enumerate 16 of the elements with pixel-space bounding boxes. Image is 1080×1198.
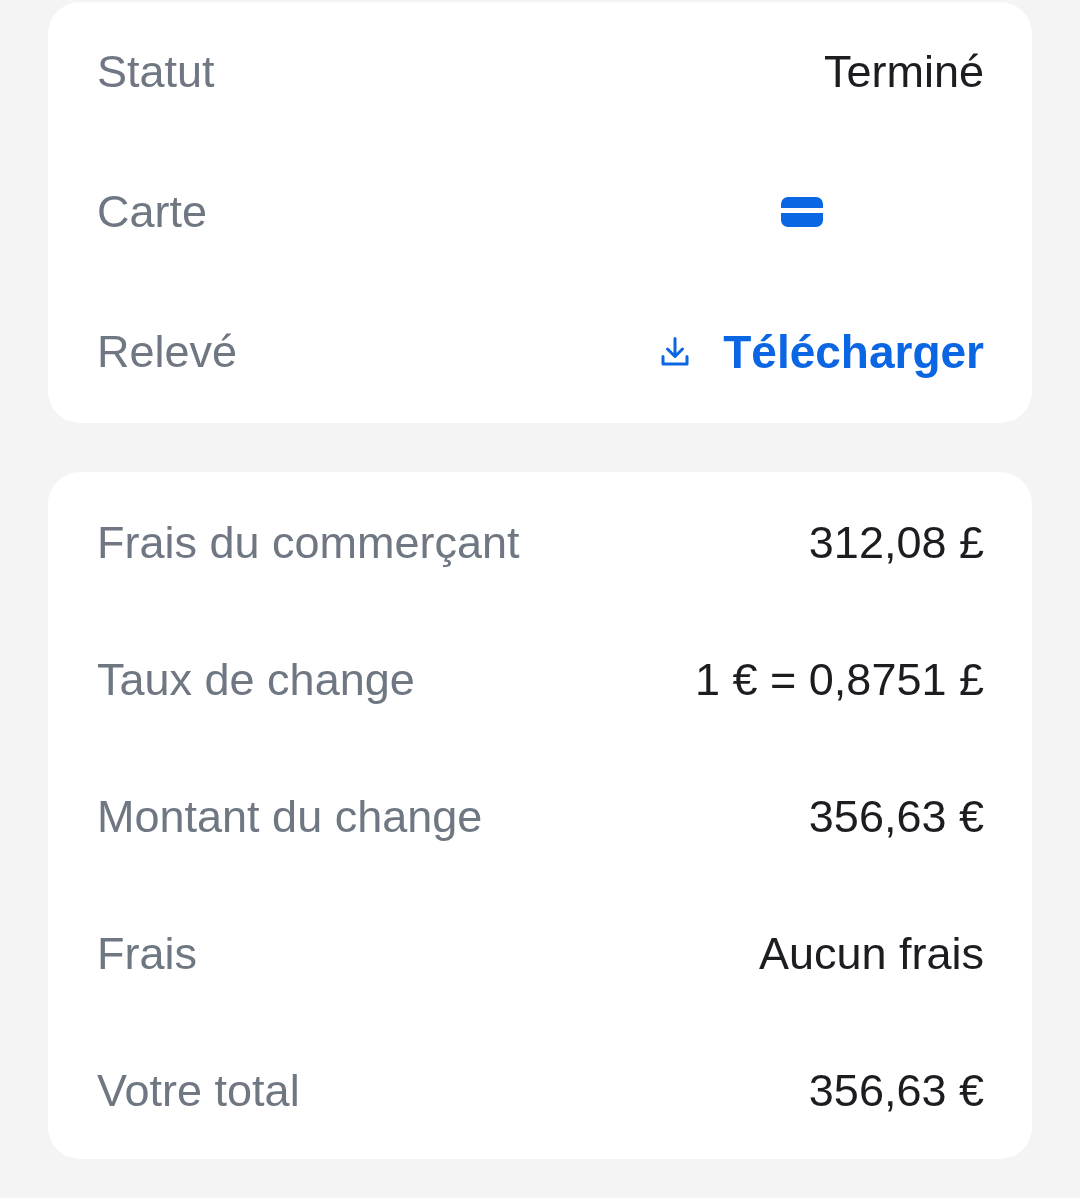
- row-value: Aucun frais: [758, 927, 984, 980]
- row-label: Frais: [97, 927, 197, 980]
- row-label: Relevé: [97, 326, 238, 378]
- row-label: Statut: [97, 46, 215, 98]
- download-link[interactable]: Télécharger: [657, 325, 984, 379]
- row-label: Taux de change: [97, 653, 415, 706]
- row-value: 356,63 €: [808, 1064, 984, 1117]
- row-value: 356,63 €: [808, 790, 984, 843]
- row-label: Votre total: [97, 1064, 300, 1117]
- row-value: Terminé: [823, 46, 984, 98]
- row-label: Carte: [97, 186, 208, 238]
- row-label: Frais du commerçant: [97, 516, 520, 569]
- row-value: 1 € = 0,8751 £: [695, 653, 984, 706]
- credit-card-icon: [781, 197, 823, 227]
- row-label: Montant du change: [97, 790, 483, 843]
- row-value: 312,08 £: [808, 516, 984, 569]
